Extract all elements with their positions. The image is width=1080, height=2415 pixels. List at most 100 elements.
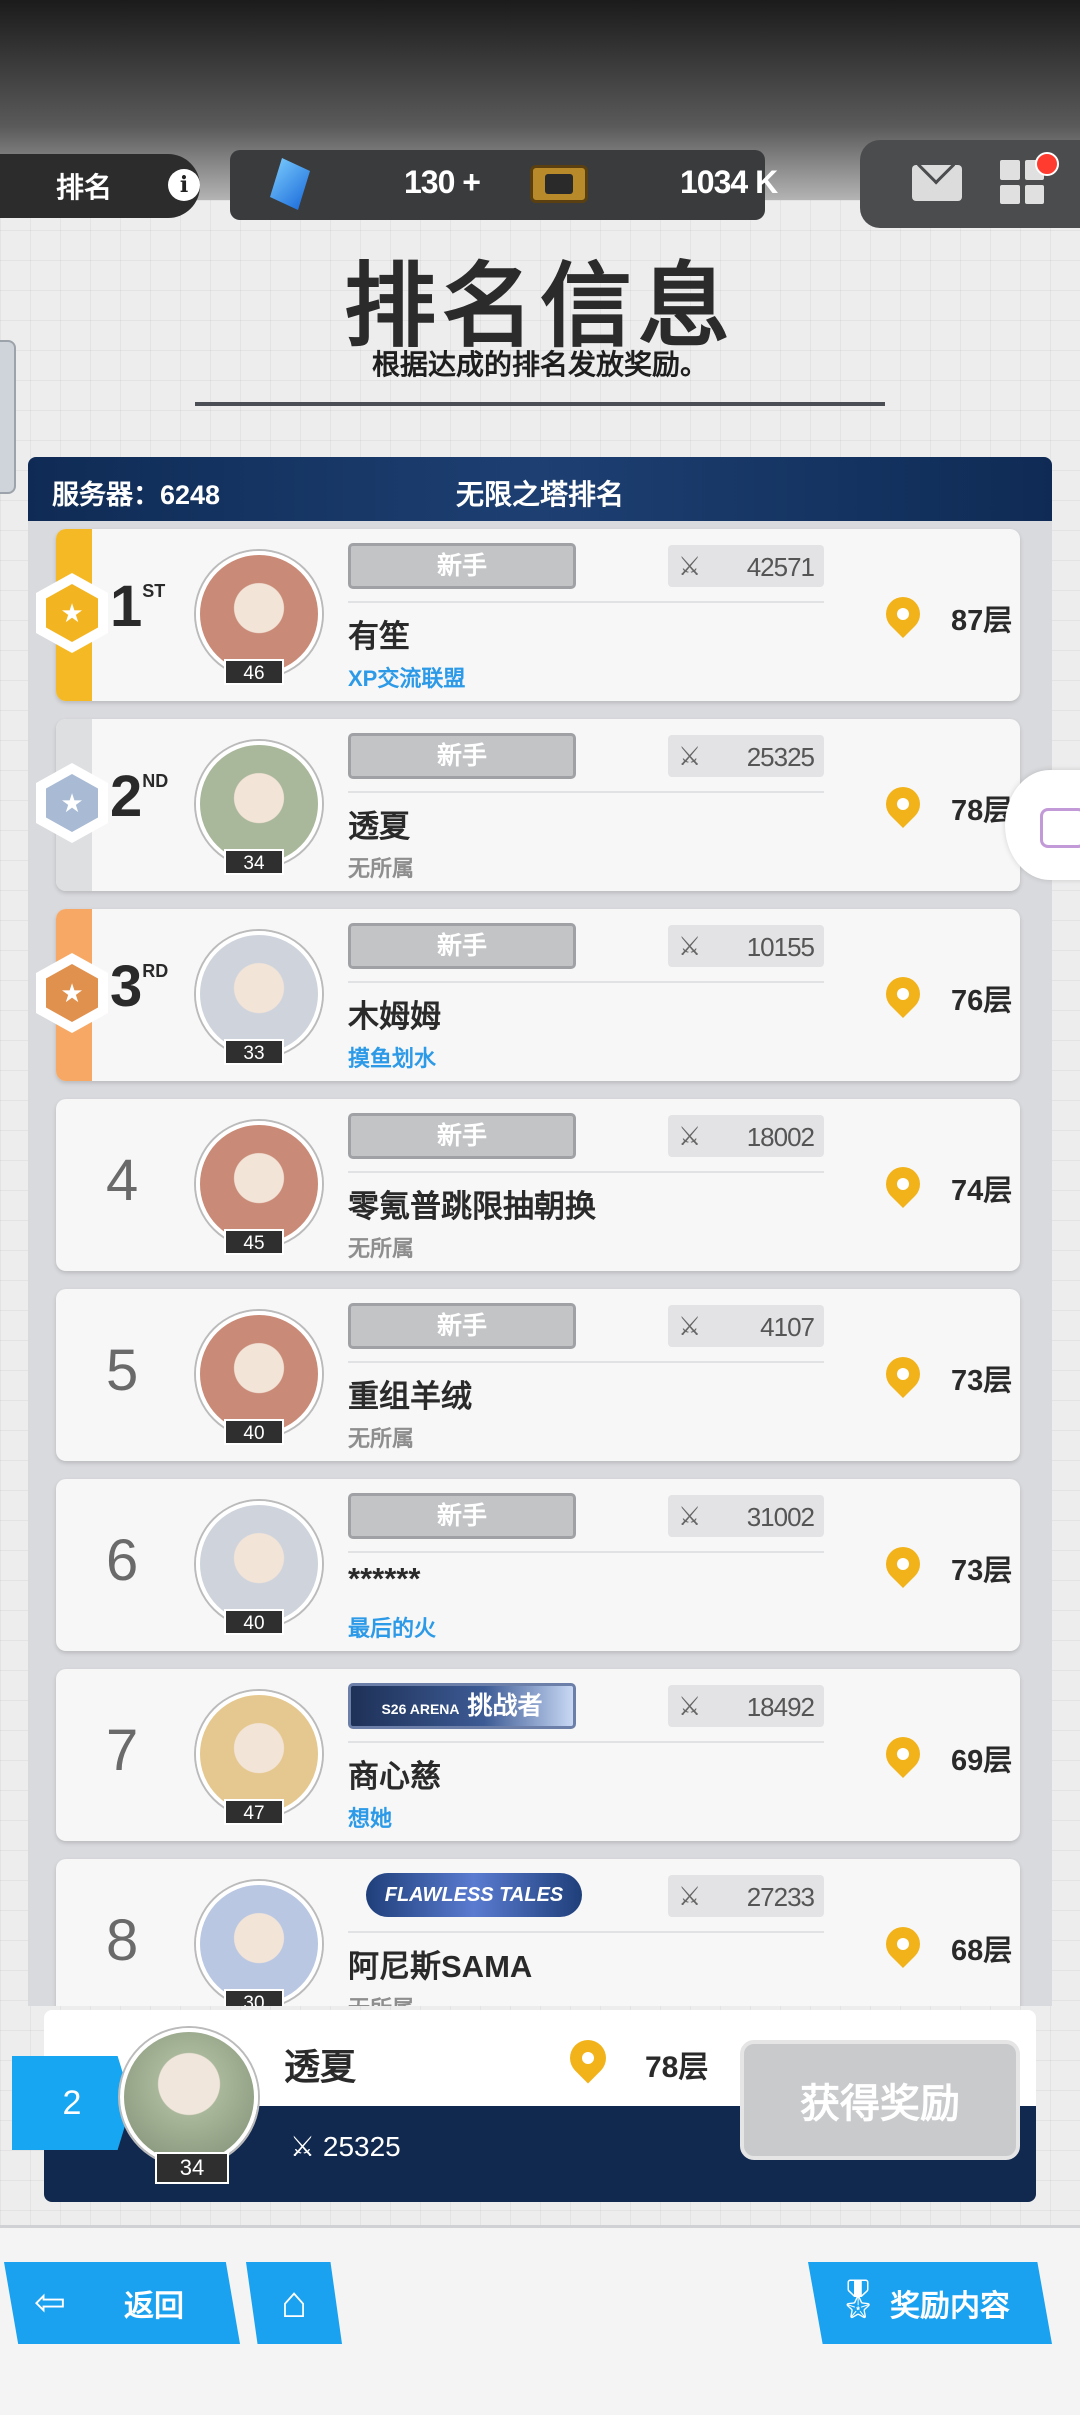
floor-reached: 68层	[951, 1935, 1013, 1967]
location-pin-icon	[878, 1159, 928, 1209]
player-name: 阿尼斯SAMA	[348, 1949, 533, 1984]
player-title: 新手	[436, 1312, 487, 1340]
location-pin-icon	[878, 969, 928, 1019]
my-rank-badge: 2	[12, 2056, 132, 2150]
row-divider	[348, 601, 824, 603]
player-level: 40	[224, 1609, 284, 1635]
rank-number: 4	[106, 1148, 139, 1213]
floor-reached: 87层	[951, 605, 1013, 637]
player-name: ******	[348, 1561, 421, 1596]
player-title-badge: 新手	[348, 733, 576, 779]
crossed-swords-icon: ⚔	[678, 1501, 702, 1531]
player-level: 34	[224, 849, 284, 875]
player-name: 商心慈	[348, 1759, 441, 1794]
page-subtitle: 根据达成的排名发放奖励。	[371, 349, 708, 380]
row-divider	[348, 791, 824, 793]
ranking-row[interactable]: 4 45 新手 ⚔ 18002 零氪普跳限抽朝换 无所属 74层	[56, 1099, 1020, 1271]
crossed-swords-icon: ⚔	[678, 931, 702, 961]
ranking-row[interactable]: ★ 1ST 46 新手 ⚔ 42571 有笙 XP交流联盟 87层	[36, 529, 1020, 701]
ranking-row[interactable]: 7 47 S26 ARENA 挑战者 ⚔ 18492 商心慈 想她 69层	[56, 1669, 1020, 1841]
guild-name[interactable]: 想她	[348, 1801, 392, 1833]
player-level: 47	[224, 1799, 284, 1825]
floor-reached: 78层	[951, 795, 1013, 827]
my-power-value: 25325	[322, 2131, 401, 2162]
rank-medal-icon: ★	[36, 763, 108, 843]
power-value: 10155	[746, 932, 815, 962]
ranking-list[interactable]: ★ 1ST 46 新手 ⚔ 42571 有笙 XP交流联盟 87层 ★ 2ND 34 新手 ⚔ 25325 透…	[28, 521, 1052, 2006]
power-box: ⚔ 42571	[668, 545, 824, 587]
floor-reached: 76层	[951, 985, 1013, 1017]
my-name: 透夏	[284, 2046, 357, 2087]
notification-dot	[1035, 152, 1059, 176]
power-value: 27233	[746, 1882, 815, 1912]
player-title-badge: 新手	[348, 543, 576, 589]
location-pin-icon	[878, 1919, 928, 1969]
back-label: 返回	[124, 2290, 184, 2323]
home-icon: ⌂	[280, 2278, 308, 2327]
location-pin-icon	[878, 589, 928, 639]
coin-count: 1034 K	[680, 164, 778, 200]
power-value: 31002	[746, 1502, 815, 1532]
power-box: ⚔ 25325	[668, 735, 824, 777]
player-level: 33	[224, 1039, 284, 1065]
guild-name[interactable]: 最后的火	[348, 1611, 436, 1643]
guild-name: 无所属	[348, 856, 415, 881]
info-icon[interactable]: i	[168, 169, 200, 201]
player-title-badge: 新手	[348, 1493, 576, 1539]
ranking-panel-header: 服务器：6248 无限之塔排名	[28, 457, 1052, 521]
guild-name[interactable]: 摸鱼划水	[348, 1041, 436, 1073]
player-level: 30	[224, 1989, 284, 2006]
guild-name[interactable]: XP交流联盟	[348, 661, 465, 693]
badge-season-text: S26 ARENA	[381, 1701, 460, 1717]
power-value: 42571	[746, 552, 815, 582]
row-divider	[348, 1551, 824, 1553]
crossed-swords-icon: ⚔	[290, 2131, 316, 2162]
rank-medal-icon: ★	[36, 953, 108, 1033]
tv-icon[interactable]	[1040, 808, 1080, 848]
claim-reward-button[interactable]: 获得奖励	[740, 2040, 1020, 2160]
ticket-icon	[530, 165, 588, 203]
rank-number: 7	[106, 1718, 139, 1783]
my-power: ⚔ 25325	[290, 2130, 401, 2163]
player-name: 透夏	[348, 809, 410, 844]
power-box: ⚔ 18492	[668, 1685, 824, 1727]
power-box: ⚔ 27233	[668, 1875, 824, 1917]
ranking-row[interactable]: 8 30 FLAWLESS TALES ⚔ 27233 阿尼斯SAMA 无所属 68层	[56, 1859, 1020, 2006]
my-floor: 78层	[645, 2051, 709, 2084]
player-title: 新手	[436, 742, 487, 770]
crossed-swords-icon: ⚔	[678, 1121, 702, 1151]
player-name: 重组羊绒	[348, 1379, 472, 1414]
power-box: ⚔ 10155	[668, 925, 824, 967]
player-title: 新手	[436, 552, 487, 580]
header-divider	[195, 402, 885, 430]
rank-number: 2ND	[110, 764, 169, 829]
player-title: 挑战者	[467, 1692, 543, 1720]
home-button[interactable]: ⌂	[246, 2262, 342, 2344]
rank-number: 5	[106, 1338, 139, 1403]
crossed-swords-icon: ⚔	[678, 551, 702, 581]
ranking-row[interactable]: 5 40 新手 ⚔ 4107 重组羊绒 无所属 73层	[56, 1289, 1020, 1461]
crossed-swords-icon: ⚔	[678, 1691, 702, 1721]
crystal-count[interactable]: 130 +	[404, 164, 481, 201]
mail-icon[interactable]	[912, 165, 962, 201]
player-level: 46	[224, 659, 284, 685]
guild-name: 无所属	[348, 1991, 414, 2006]
ranking-row[interactable]: ★ 3RD 33 新手 ⚔ 10155 木姆姆 摸鱼划水 76层	[36, 909, 1020, 1081]
location-pin-icon	[878, 1539, 928, 1589]
ranking-row[interactable]: ★ 2ND 34 新手 ⚔ 25325 透夏无所属 78层	[36, 719, 1020, 891]
player-name: 木姆姆	[348, 999, 441, 1034]
player-name: 有笙	[348, 619, 410, 654]
crossed-swords-icon: ⚔	[678, 741, 702, 771]
player-title: FLAWLESS TALES	[384, 1884, 564, 1906]
player-name: 零氪普跳限抽朝换	[348, 1189, 596, 1224]
power-value: 18492	[746, 1692, 815, 1722]
player-level: 45	[224, 1229, 284, 1255]
power-value: 18002	[746, 1122, 815, 1152]
player-title-badge: S26 ARENA 挑战者	[348, 1683, 576, 1729]
my-avatar[interactable]	[120, 2028, 258, 2166]
floor-reached: 73层	[951, 1365, 1013, 1397]
reward-content-label: 奖励内容	[890, 2290, 1010, 2323]
player-avatar[interactable]	[196, 1881, 322, 2006]
ranking-row[interactable]: 6 40 新手 ⚔ 31002 ****** 最后的火 73层	[56, 1479, 1020, 1651]
player-title: 新手	[436, 932, 487, 960]
